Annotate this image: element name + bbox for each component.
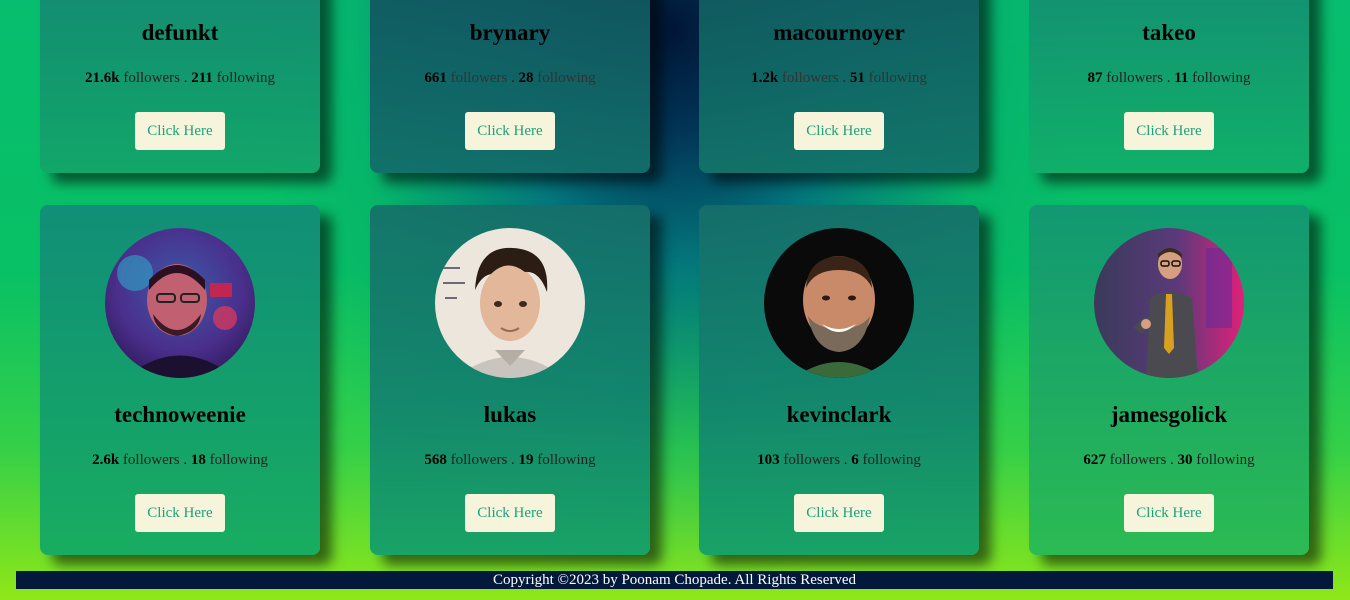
followers-label: followers	[450, 70, 508, 86]
avatar-image	[1094, 228, 1244, 378]
click-here-button[interactable]: Click Here	[794, 112, 884, 150]
following-label: following	[216, 70, 276, 86]
avatar	[1094, 228, 1244, 378]
footer: Copyright ©2023 by Poonam Chopade. All R…	[16, 571, 1333, 589]
following-label: following	[1192, 70, 1251, 86]
click-here-button[interactable]: Click Here	[135, 494, 225, 532]
followers-count: 87	[1087, 70, 1103, 86]
following-label: following	[868, 70, 927, 86]
avatar-image	[105, 228, 255, 378]
click-here-button[interactable]: Click Here	[135, 112, 225, 150]
profile-username: macournoyer	[773, 20, 905, 45]
click-here-button[interactable]: Click Here	[794, 494, 884, 532]
avatar	[435, 228, 585, 378]
following-label: following	[862, 452, 921, 468]
following-count: 19	[518, 452, 534, 468]
followers-label: followers	[781, 70, 839, 86]
profile-card: defunkt 21.6k followers . 211 following …	[40, 0, 320, 173]
profile-stats: 21.6k followers . 211 following	[40, 70, 320, 87]
click-here-button[interactable]: Click Here	[1124, 112, 1214, 150]
followers-count: 627	[1083, 452, 1106, 468]
profile-username: technoweenie	[114, 402, 246, 427]
profile-username: brynary	[469, 20, 551, 45]
followers-label: followers	[123, 70, 180, 86]
stats-separator: .	[511, 70, 515, 86]
profile-stats: 627 followers . 30 following	[1029, 452, 1309, 469]
profile-stats: 103 followers . 6 following	[699, 452, 979, 469]
profile-card: technoweenie 2.6k followers . 18 followi…	[40, 205, 320, 555]
following-label: following	[537, 452, 596, 468]
profile-username: takeo	[1142, 20, 1196, 45]
stats-separator: .	[1166, 70, 1171, 86]
click-here-button[interactable]: Click Here	[465, 112, 555, 150]
following-count: 30	[1177, 452, 1193, 468]
profile-stats: 2.6k followers . 18 following	[40, 452, 320, 469]
profile-username: kevinclark	[786, 402, 892, 427]
followers-label: followers	[1109, 452, 1167, 468]
stats-separator: .	[183, 70, 188, 86]
stats-separator: .	[842, 70, 847, 86]
profile-card: jamesgolick 627 followers . 30 following…	[1029, 205, 1309, 555]
profile-stats: 661 followers . 28 following	[370, 70, 650, 87]
stats-separator: .	[1170, 452, 1174, 468]
avatar	[764, 228, 914, 378]
click-here-button[interactable]: Click Here	[465, 494, 555, 532]
following-count: 51	[849, 70, 865, 86]
profile-card: lukas 568 followers . 19 following Click…	[370, 205, 650, 555]
followers-label: followers	[122, 452, 180, 468]
stats-separator: .	[843, 452, 848, 468]
following-count: 28	[518, 70, 534, 86]
profile-username: jamesgolick	[1110, 402, 1228, 427]
profile-stats: 1.2k followers . 51 following	[699, 70, 979, 87]
profile-username: defunkt	[141, 20, 219, 45]
following-label: following	[209, 452, 268, 468]
stats-separator: .	[511, 452, 515, 468]
profile-stats: 87 followers . 11 following	[1029, 70, 1309, 87]
stats-separator: .	[183, 452, 188, 468]
followers-count: 568	[424, 452, 447, 468]
followers-count: 2.6k	[92, 452, 120, 468]
click-here-button[interactable]: Click Here	[1124, 494, 1214, 532]
followers-label: followers	[783, 452, 841, 468]
following-count: 18	[190, 452, 206, 468]
following-count: 6	[851, 452, 859, 468]
profile-card: brynary 661 followers . 28 following Cli…	[370, 0, 650, 173]
profile-username: lukas	[483, 402, 537, 427]
profile-card: macournoyer 1.2k followers . 51 followin…	[699, 0, 979, 173]
profile-card: takeo 87 followers . 11 following Click …	[1029, 0, 1309, 173]
followers-count: 103	[757, 452, 780, 468]
following-label: following	[537, 70, 596, 86]
followers-count: 1.2k	[751, 70, 779, 86]
followers-count: 21.6k	[84, 70, 120, 86]
avatar-image	[435, 228, 585, 378]
followers-label: followers	[1106, 70, 1163, 86]
copyright-text: Copyright ©2023 by Poonam Chopade. All R…	[492, 572, 857, 588]
following-count: 211	[191, 70, 213, 86]
following-label: following	[1196, 452, 1255, 468]
followers-count: 661	[424, 70, 447, 86]
followers-label: followers	[450, 452, 508, 468]
profile-stats: 568 followers . 19 following	[370, 452, 650, 469]
avatar	[105, 228, 255, 378]
following-count: 11	[1174, 70, 1189, 86]
profile-card: kevinclark 103 followers . 6 following C…	[699, 205, 979, 555]
avatar-image	[764, 228, 914, 378]
